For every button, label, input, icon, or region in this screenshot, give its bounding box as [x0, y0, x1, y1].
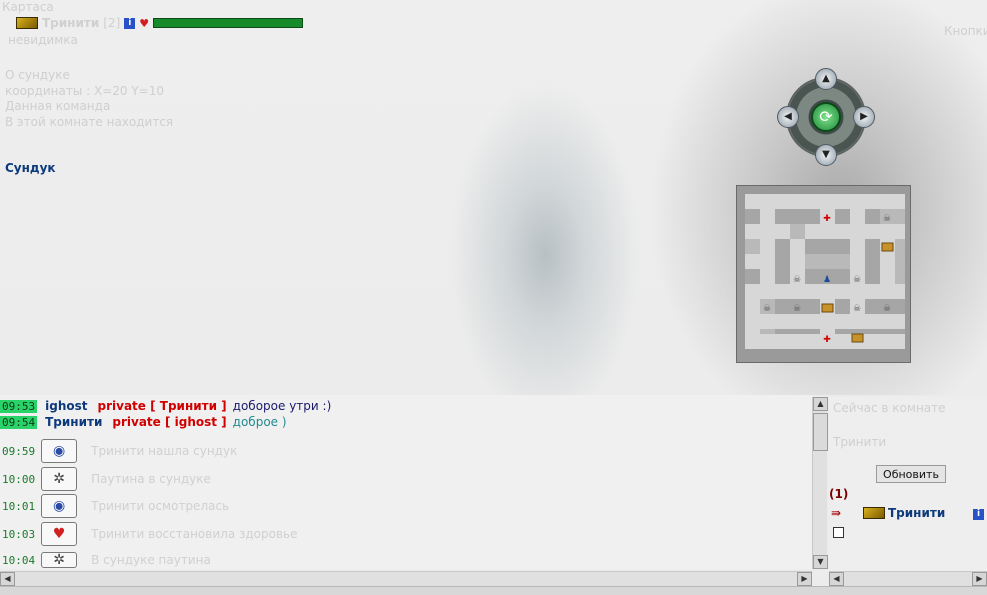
- message-text: доборое утри :): [232, 399, 332, 413]
- chat-log: 09:53 ighost private [ Тринити ] доборое…: [0, 395, 812, 569]
- message-text: Тринити восстановила здоровье: [91, 527, 298, 541]
- chat-vertical-scrollbar[interactable]: ▲ ▼: [812, 397, 828, 569]
- scroll-left-icon[interactable]: ◀: [0, 572, 15, 586]
- clan-logo-icon: [863, 507, 885, 519]
- scroll-up-icon[interactable]: ▲: [813, 397, 828, 411]
- svg-text:☠: ☠: [793, 275, 801, 285]
- location-view: Картаса Тринити [2] i ♥ невидимка О сунд…: [0, 0, 987, 395]
- top-right-label: Кнопки: [944, 24, 987, 38]
- svg-text:☠: ☠: [853, 275, 861, 285]
- svg-text:☠: ☠: [763, 304, 771, 314]
- info-line-3: Данная команда: [5, 99, 111, 113]
- spiderweb-icon: ✲: [41, 467, 78, 491]
- heart-icon: ♥: [139, 16, 150, 30]
- message-time: 09:54: [0, 415, 38, 429]
- svg-text:☠: ☠: [883, 214, 891, 224]
- message-time: 09:59: [2, 444, 36, 458]
- message-time: 10:01: [2, 499, 36, 513]
- message-text: доброе ): [232, 415, 287, 429]
- chat-horizontal-scrollbar[interactable]: ◀ ▶: [0, 571, 812, 586]
- scroll-right-icon[interactable]: ▶: [972, 572, 987, 586]
- move-down-button[interactable]: ▼: [815, 144, 837, 166]
- chat-message: 10:00 ✲ Паутина в сундуке: [0, 467, 211, 491]
- chat-message: 10:03 ♥ Тринити восстановила здоровье: [0, 522, 297, 546]
- chat-message: 10:04 ✲ В сундуке паутина: [0, 552, 211, 568]
- chat-message: 09:54 Тринити private [ ighost ] доброе …: [0, 415, 287, 429]
- message-private-tag[interactable]: private [ ighost ]: [112, 415, 226, 429]
- message-time: 09:53: [0, 399, 38, 413]
- chat-message: 10:01 ◉ Тринити осмотрелась: [0, 494, 229, 518]
- online-user-name[interactable]: Тринити: [888, 506, 945, 520]
- message-text: Паутина в сундуке: [91, 472, 211, 486]
- magnifier-icon: ◉: [41, 439, 78, 463]
- move-left-button[interactable]: ◀: [777, 106, 799, 128]
- spiderweb-icon: ✲: [41, 552, 78, 568]
- svg-text:☠: ☠: [793, 304, 801, 314]
- refresh-button[interactable]: Обновить: [876, 465, 946, 483]
- bottom-bar: [0, 586, 987, 595]
- minimap-grid: ✚ ✚ ☠ ☠ ☠ ☠ ☠ ☠ ☠ ♟: [745, 194, 905, 349]
- scroll-left-icon[interactable]: ◀: [829, 572, 844, 586]
- invisibility-status: невидимка: [8, 33, 78, 47]
- svg-text:♟: ♟: [823, 275, 831, 285]
- faded-line-2: Тринити: [833, 435, 887, 449]
- message-text: Тринити осмотрелась: [91, 499, 230, 513]
- svg-text:✚: ✚: [823, 335, 831, 345]
- player-status: Тринити [2] i ♥: [16, 16, 304, 30]
- user-count: (1): [829, 487, 849, 501]
- info-icon[interactable]: i: [124, 17, 136, 29]
- user-select-checkbox[interactable]: [833, 527, 844, 538]
- svg-text:✚: ✚: [823, 214, 831, 224]
- private-arrow-icon[interactable]: ⇛: [831, 506, 841, 520]
- svg-text:☠: ☠: [853, 304, 861, 314]
- info-line-4: В этой комнате находится: [5, 115, 174, 129]
- scroll-thumb[interactable]: [813, 413, 828, 451]
- message-nick[interactable]: Тринити: [45, 415, 102, 429]
- user-info-icon[interactable]: i: [973, 509, 984, 520]
- player-name[interactable]: Тринити: [42, 16, 99, 30]
- faded-line-1: Сейчас в комнате: [833, 401, 946, 415]
- chat-message: 09:59 ◉ Тринити нашла сундук: [0, 439, 237, 463]
- svg-text:☠: ☠: [883, 304, 891, 314]
- online-user: Тринити: [863, 506, 945, 520]
- player-level: [2]: [103, 16, 121, 30]
- info-line-1: О сундуке: [5, 68, 70, 82]
- clan-logo-icon: [16, 17, 38, 29]
- message-text: Тринити нашла сундук: [91, 444, 238, 458]
- magnifier-icon: ◉: [41, 494, 78, 518]
- info-line-2: координаты : X=20 Y=10: [5, 84, 164, 98]
- navigation-compass: ⟳ ▲ ▼ ◀ ▶: [777, 68, 875, 166]
- message-time: 10:04: [2, 553, 36, 567]
- dungeon-minimap: ✚ ✚ ☠ ☠ ☠ ☠ ☠ ☠ ☠ ♟: [736, 185, 911, 363]
- refresh-center-button[interactable]: ⟳: [811, 102, 841, 132]
- online-users-panel: Сейчас в комнате Тринити Обновить (1) ⇛ …: [829, 397, 987, 587]
- scroll-down-icon[interactable]: ▼: [813, 555, 828, 569]
- panel-horizontal-scrollbar[interactable]: ◀ ▶: [829, 571, 987, 586]
- message-nick[interactable]: ighost: [45, 399, 87, 413]
- location-title: Картаса: [2, 0, 54, 14]
- move-up-button[interactable]: ▲: [815, 68, 837, 90]
- scroll-right-icon[interactable]: ▶: [797, 572, 812, 586]
- message-text: В сундуке паутина: [91, 553, 211, 567]
- chat-message: 09:53 ighost private [ Тринити ] доборое…: [0, 399, 331, 413]
- message-time: 10:00: [2, 472, 36, 486]
- hp-bar: [153, 18, 304, 28]
- message-private-tag[interactable]: private [ Тринити ]: [98, 399, 227, 413]
- chest-link[interactable]: Сундук: [5, 161, 56, 175]
- heart-icon: ♥: [41, 522, 78, 546]
- message-time: 10:03: [2, 527, 36, 541]
- move-right-button[interactable]: ▶: [853, 106, 875, 128]
